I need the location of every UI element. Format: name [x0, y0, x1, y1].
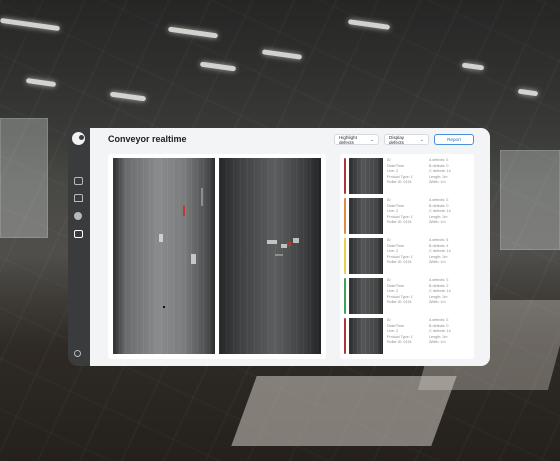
- ceiling-light: [261, 49, 303, 60]
- sidebar: [68, 128, 90, 366]
- defect-spot: [201, 188, 203, 206]
- monitor-icon[interactable]: [74, 177, 83, 185]
- defect-stats: A defects: 5 B defects: 4 C defects: 14 …: [429, 238, 451, 265]
- status-indicator: [344, 278, 346, 314]
- list-item[interactable]: ID Date/Time Line: 2 Product Type: 1 Rol…: [344, 278, 470, 314]
- chevron-down-icon: ⌄: [419, 136, 424, 143]
- factory-window: [500, 150, 560, 250]
- defect-stats: A defects: 0 B defects: 0 C defects: 14 …: [429, 198, 451, 225]
- defect-thumbnail: [349, 198, 383, 234]
- home-icon[interactable]: [74, 194, 83, 202]
- logo-icon: [70, 130, 87, 147]
- camera-icon[interactable]: [74, 230, 83, 238]
- settings-icon[interactable]: [74, 350, 81, 357]
- defect-meta: ID Date/Time Line: 2 Product Type: 1 Rol…: [387, 198, 413, 225]
- defect-highlight: [183, 206, 185, 216]
- defect-meta: ID Date/Time Line: 2 Product Type: 1 Rol…: [387, 318, 413, 345]
- list-item[interactable]: ID Date/Time Line: 2 Product Type: 1 Rol…: [344, 198, 470, 234]
- defect-spot: [293, 238, 299, 243]
- circle-icon[interactable]: [74, 212, 82, 220]
- ceiling-light: [167, 26, 219, 39]
- status-indicator: [344, 318, 346, 354]
- factory-window: [0, 118, 48, 238]
- camera-view-card: [108, 154, 326, 359]
- report-button[interactable]: Report: [434, 134, 474, 145]
- ceiling-light: [461, 62, 485, 71]
- highlight-defects-dropdown[interactable]: Highlight defects ⌄: [334, 134, 379, 145]
- defect-spot: [163, 306, 165, 308]
- defect-thumbnail: [349, 278, 383, 314]
- defect-stats: A defects: 0 B defects: 0 C defects: 14 …: [429, 158, 451, 185]
- ceiling-light: [517, 88, 539, 97]
- list-item[interactable]: ID Date/Time Line: 2 Product Type: 1 Rol…: [344, 318, 470, 354]
- ceiling-light: [199, 61, 237, 72]
- list-item[interactable]: ID Date/Time Line: 2 Product Type: 1 Rol…: [344, 238, 470, 274]
- defect-stats: A defects: 0 B defects: 0 C defects: 14 …: [429, 318, 451, 345]
- defect-spot: [275, 254, 283, 256]
- highlight-defects-label: Highlight defects: [339, 134, 357, 145]
- defect-meta: ID Date/Time Line: 2 Product Type: 1 Rol…: [387, 278, 413, 305]
- defect-meta: ID Date/Time Line: 2 Product Type: 1 Rol…: [387, 238, 413, 265]
- ceiling-light: [25, 77, 57, 88]
- defect-thumbnail: [349, 238, 383, 274]
- list-item[interactable]: ID Date/Time Line: 2 Product Type: 1 Rol…: [344, 158, 470, 194]
- defect-highlight: [287, 242, 291, 246]
- defect-spot: [191, 254, 196, 264]
- status-indicator: [344, 238, 346, 274]
- defect-thumbnail: [349, 318, 383, 354]
- status-indicator: [344, 158, 346, 194]
- defect-spot: [159, 234, 163, 242]
- ceiling-light: [109, 91, 147, 102]
- camera-image-left[interactable]: [113, 158, 215, 354]
- defect-meta: ID Date/Time Line: 2 Product Type: 1 Rol…: [387, 158, 413, 185]
- display-defects-label: Display defects: [389, 134, 405, 145]
- defect-spot: [267, 240, 277, 244]
- page-title: Conveyor realtime: [108, 134, 187, 144]
- status-indicator: [344, 198, 346, 234]
- defect-thumbnail: [349, 158, 383, 194]
- main-panel: Conveyor realtime Highlight defects ⌄ Di…: [90, 128, 490, 366]
- chevron-down-icon: ⌄: [369, 136, 374, 143]
- ceiling-light: [347, 19, 391, 30]
- defect-stats: A defects: 0 B defects: 2 C defects: 14 …: [429, 278, 451, 305]
- display-defects-dropdown[interactable]: Display defects ⌄: [384, 134, 429, 145]
- camera-image-right[interactable]: [219, 158, 321, 354]
- defect-list: ID Date/Time Line: 2 Product Type: 1 Rol…: [340, 154, 474, 359]
- ceiling-light: [0, 17, 61, 32]
